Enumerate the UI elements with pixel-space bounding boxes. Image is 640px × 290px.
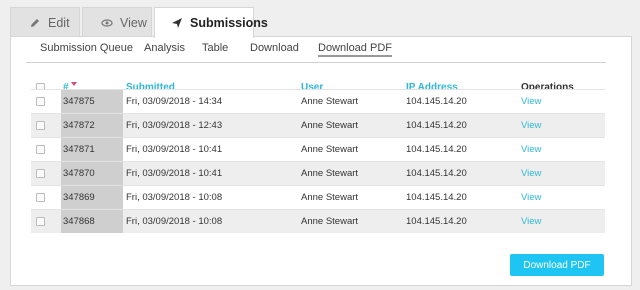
subnav-download[interactable]: Download [250, 42, 299, 54]
subnav-download-pdf[interactable]: Download PDF [318, 42, 392, 57]
row-user: Anne Stewart [301, 192, 359, 203]
row-ip-address: 104.145.14.20 [406, 144, 467, 155]
download-pdf-button[interactable]: Download PDF [510, 254, 604, 276]
row-checkbox[interactable] [36, 114, 46, 137]
tab-view[interactable]: View [82, 7, 152, 37]
row-user: Anne Stewart [301, 120, 359, 131]
paper-plane-icon [171, 17, 183, 29]
tab-edit[interactable]: Edit [10, 7, 80, 37]
row-ip-address: 104.145.14.20 [406, 216, 467, 227]
row-submitted: Fri, 03/09/2018 - 10:08 [126, 192, 223, 203]
row-id: 347869 [61, 186, 123, 209]
row-view-link[interactable]: View [521, 138, 541, 161]
row-id: 347871 [61, 138, 123, 161]
pencil-icon [29, 17, 41, 29]
row-user: Anne Stewart [301, 144, 359, 155]
row-checkbox[interactable] [36, 90, 46, 113]
row-submitted: Fri, 03/09/2018 - 10:41 [126, 168, 223, 179]
tab-label: Edit [48, 15, 70, 30]
eye-icon [101, 17, 113, 29]
table-row: 347868 Fri, 03/09/2018 - 10:08 Anne Stewar… [31, 209, 605, 233]
row-view-link[interactable]: View [521, 90, 541, 113]
tab-submissions[interactable]: Submissions [154, 7, 268, 38]
table-row: 347875 Fri, 03/09/2018 - 14:34 Anne Stewar… [31, 89, 605, 113]
table-row: 347871 Fri, 03/09/2018 - 10:41 Anne Stewar… [31, 137, 605, 161]
row-submitted: Fri, 03/09/2018 - 12:43 [126, 120, 223, 131]
row-ip-address: 104.145.14.20 [406, 120, 467, 131]
row-ip-address: 104.145.14.20 [406, 96, 467, 107]
row-checkbox[interactable] [36, 186, 46, 209]
table-row: 347870 Fri, 03/09/2018 - 10:41 Anne Stewar… [31, 161, 605, 185]
row-user: Anne Stewart [301, 168, 359, 179]
row-ip-address: 104.145.14.20 [406, 192, 467, 203]
row-checkbox[interactable] [36, 138, 46, 161]
subnav-analysis[interactable]: Analysis [144, 42, 185, 54]
row-checkbox[interactable] [36, 210, 46, 233]
row-user: Anne Stewart [301, 216, 359, 227]
row-view-link[interactable]: View [521, 162, 541, 185]
tab-label: Submissions [190, 16, 268, 30]
row-view-link[interactable]: View [521, 210, 541, 233]
row-id: 347868 [61, 210, 123, 233]
subnav-table[interactable]: Table [202, 42, 228, 54]
row-id: 347872 [61, 114, 123, 137]
sort-desc-icon [70, 82, 77, 86]
table-row: 347872 Fri, 03/09/2018 - 12:43 Anne Stewar… [31, 113, 605, 137]
row-submitted: Fri, 03/09/2018 - 10:08 [126, 216, 223, 227]
tab-label: View [120, 15, 147, 30]
row-user: Anne Stewart [301, 96, 359, 107]
row-id: 347875 [61, 90, 123, 113]
row-view-link[interactable]: View [521, 114, 541, 137]
row-checkbox[interactable] [36, 162, 46, 185]
row-view-link[interactable]: View [521, 186, 541, 209]
row-submitted: Fri, 03/09/2018 - 14:34 [126, 96, 223, 107]
subnav-submission-queue[interactable]: Submission Queue [40, 42, 133, 54]
row-id: 347870 [61, 162, 123, 185]
subnav-divider [26, 62, 606, 63]
table-row: 347869 Fri, 03/09/2018 - 10:08 Anne Stewar… [31, 185, 605, 209]
row-submitted: Fri, 03/09/2018 - 10:41 [126, 144, 223, 155]
row-ip-address: 104.145.14.20 [406, 168, 467, 179]
